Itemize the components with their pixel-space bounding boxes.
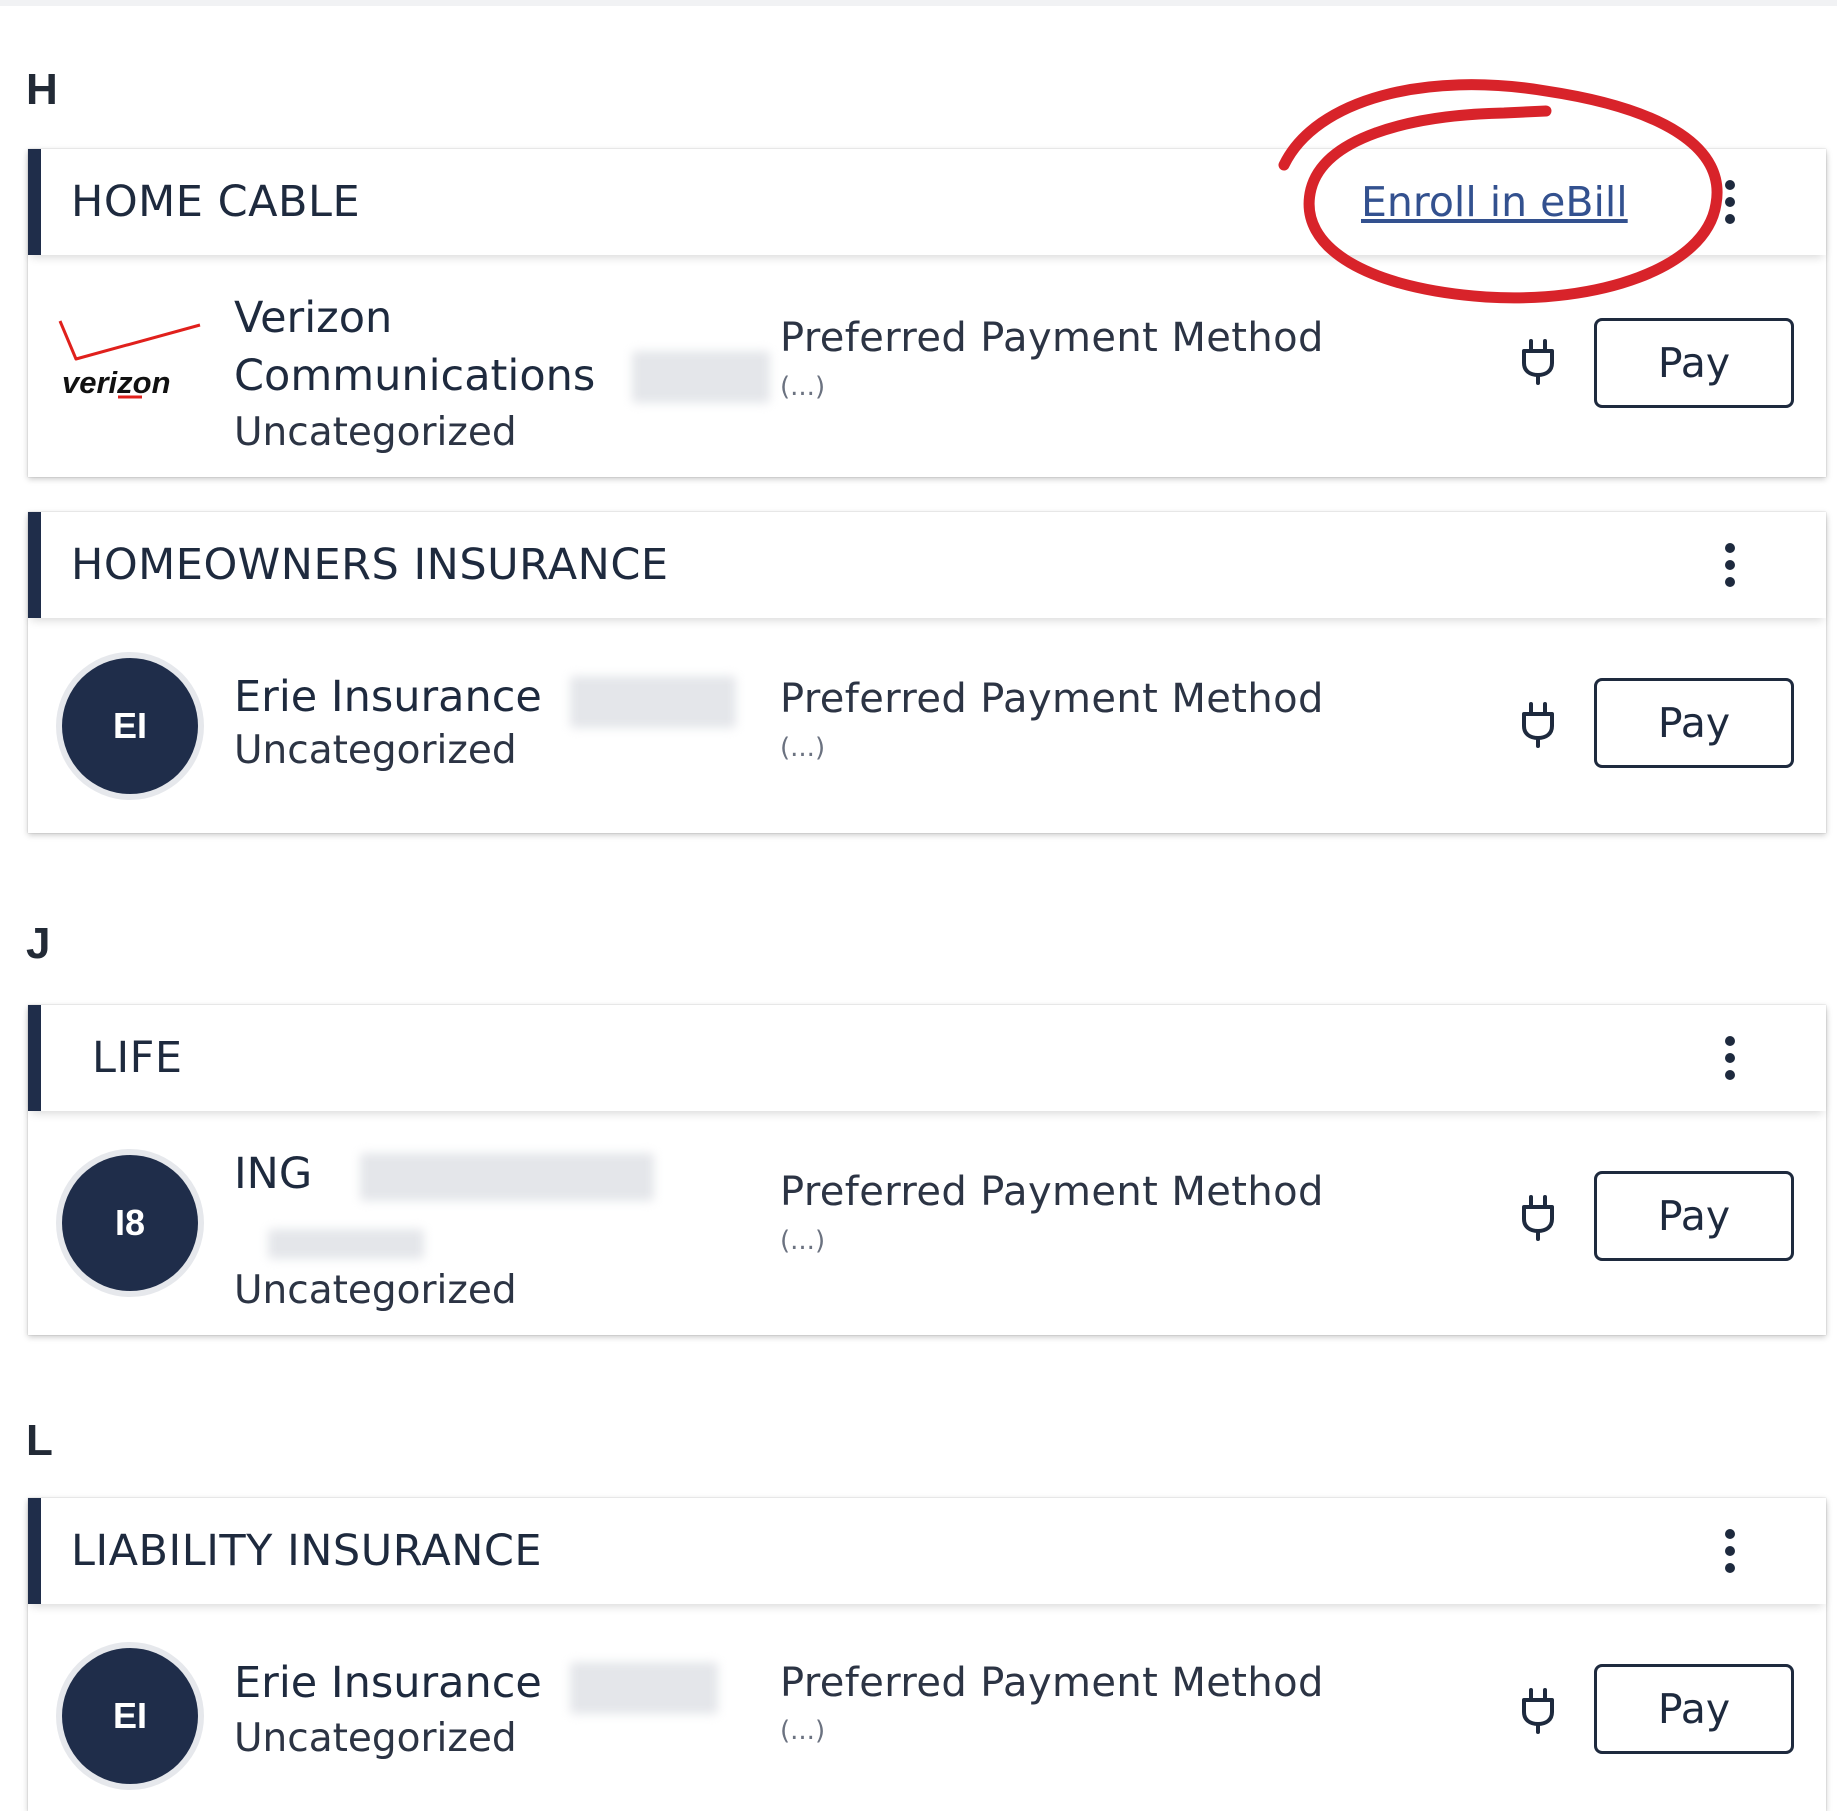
payee-category: Uncategorized xyxy=(234,1268,517,1313)
redacted-account xyxy=(268,1229,424,1259)
payment-method-label: Preferred Payment Method xyxy=(780,1660,1324,1706)
payee-row: verizon Verizon Communications Uncategor… xyxy=(28,255,1826,477)
payment-method-label: Preferred Payment Method xyxy=(780,315,1324,361)
pay-button[interactable]: Pay xyxy=(1594,1664,1794,1754)
payment-method-value[interactable]: (...) xyxy=(780,372,825,402)
payment-method-label: Preferred Payment Method xyxy=(780,676,1324,722)
payee-logo-avatar: I8 xyxy=(62,1155,198,1291)
redacted-account xyxy=(360,1153,654,1201)
payee-name: Erie Insurance xyxy=(234,1658,542,1708)
more-vertical-icon[interactable] xyxy=(1722,543,1738,587)
redacted-account xyxy=(570,1662,718,1714)
bill-card-liability-insurance: LIABILITY INSURANCE EI Erie Insurance Un… xyxy=(28,1498,1826,1811)
card-title: HOMEOWNERS INSURANCE xyxy=(71,540,669,590)
plug-icon[interactable] xyxy=(1518,1193,1558,1241)
more-vertical-icon[interactable] xyxy=(1722,1529,1738,1573)
payee-category: Uncategorized xyxy=(234,410,517,455)
payee-category: Uncategorized xyxy=(234,1716,517,1761)
pay-button[interactable]: Pay xyxy=(1594,678,1794,768)
top-divider xyxy=(0,0,1837,6)
payment-method-value[interactable]: (...) xyxy=(780,733,825,763)
more-vertical-icon[interactable] xyxy=(1722,180,1738,224)
section-letter-h: H xyxy=(26,65,58,114)
payee-logo-avatar: EI xyxy=(62,1648,198,1784)
payee-name: Erie Insurance xyxy=(234,672,542,722)
payee-name: ING xyxy=(234,1149,313,1199)
payee-row: I8 ING Uncategorized Preferred Payment M… xyxy=(28,1111,1826,1335)
card-title: LIABILITY INSURANCE xyxy=(71,1526,543,1576)
redacted-account xyxy=(632,351,770,403)
payee-category: Uncategorized xyxy=(234,728,517,773)
card-header: LIABILITY INSURANCE xyxy=(28,1498,1826,1604)
bill-card-life: LIFE I8 ING Uncategorized Preferred Paym… xyxy=(28,1005,1826,1335)
payment-method-value[interactable]: (...) xyxy=(780,1716,825,1746)
payment-method-label: Preferred Payment Method xyxy=(780,1169,1324,1215)
payee-row: EI Erie Insurance Uncategorized Preferre… xyxy=(28,1604,1826,1811)
card-title: LIFE xyxy=(92,1033,183,1083)
pay-button[interactable]: Pay xyxy=(1594,318,1794,408)
payee-row: EI Erie Insurance Uncategorized Preferre… xyxy=(28,618,1826,833)
plug-icon[interactable] xyxy=(1518,337,1558,385)
card-header: HOME CABLE Enroll in eBill xyxy=(28,79,1826,304)
card-header: HOMEOWNERS INSURANCE xyxy=(28,512,1826,618)
plug-icon[interactable] xyxy=(1518,700,1558,748)
svg-text:verizon: verizon xyxy=(62,365,171,400)
card-title: HOME CABLE xyxy=(71,177,361,227)
more-vertical-icon[interactable] xyxy=(1722,1036,1738,1080)
payee-name-line2: Communications xyxy=(234,351,596,401)
payment-method-value[interactable]: (...) xyxy=(780,1226,825,1256)
pay-button[interactable]: Pay xyxy=(1594,1171,1794,1261)
card-header: LIFE xyxy=(28,1005,1826,1111)
enroll-in-ebill-link[interactable]: Enroll in eBill xyxy=(1361,178,1628,226)
verizon-logo: verizon xyxy=(58,320,201,400)
plug-icon[interactable] xyxy=(1518,1686,1558,1734)
payee-logo-avatar: EI xyxy=(62,658,198,794)
bill-card-homeowners-insurance: HOMEOWNERS INSURANCE EI Erie Insurance U… xyxy=(28,512,1826,833)
payee-name-line1: Verizon xyxy=(234,293,393,343)
section-letter-l: L xyxy=(26,1416,53,1465)
bill-card-home-cable: HOME CABLE Enroll in eBill verizon Veriz… xyxy=(28,79,1826,477)
redacted-account xyxy=(570,676,736,728)
section-letter-j: J xyxy=(26,919,51,968)
